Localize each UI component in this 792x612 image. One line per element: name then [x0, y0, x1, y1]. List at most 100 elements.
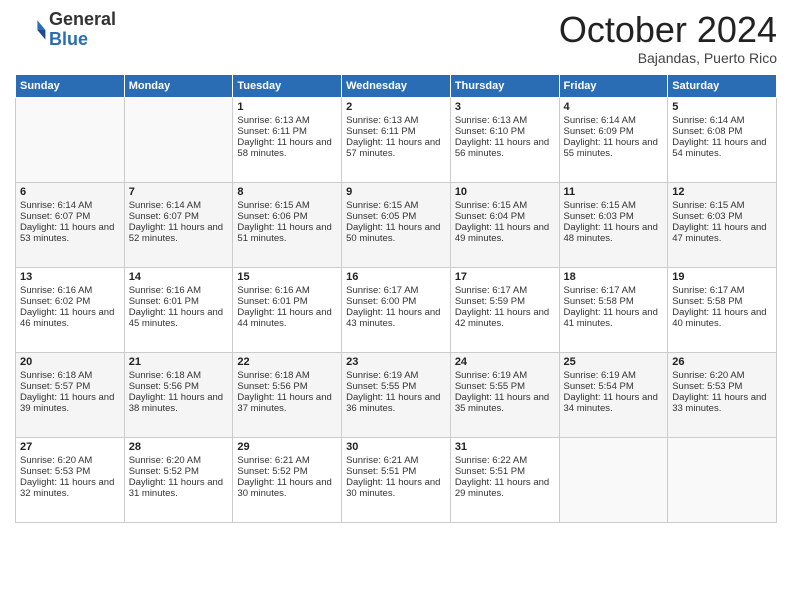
logo-blue-text: Blue — [49, 30, 116, 50]
cell-info: Sunrise: 6:21 AM — [346, 455, 446, 466]
calendar-cell: 4Sunrise: 6:14 AMSunset: 6:09 PMDaylight… — [559, 97, 668, 182]
calendar-cell: 22Sunrise: 6:18 AMSunset: 5:56 PMDayligh… — [233, 352, 342, 437]
day-number: 18 — [564, 271, 664, 283]
cell-info: Sunset: 6:03 PM — [564, 211, 664, 222]
cell-info: Sunset: 6:01 PM — [129, 296, 229, 307]
day-number: 10 — [455, 186, 555, 198]
calendar-cell: 13Sunrise: 6:16 AMSunset: 6:02 PMDayligh… — [16, 267, 125, 352]
calendar-cell: 30 Sunrise: 6:21 AMSunset: 5:51 PMDayligh… — [342, 437, 451, 522]
cell-info: Sunrise: 6:19 AM — [346, 370, 446, 381]
day-number: 19 — [672, 271, 772, 283]
cell-info: Sunset: 5:56 PM — [129, 381, 229, 392]
cell-info: Daylight: 11 hours and 53 minutes. — [20, 222, 120, 244]
calendar-cell: 3Sunrise: 6:13 AMSunset: 6:10 PMDaylight… — [450, 97, 559, 182]
cell-info: Daylight: 11 hours and 30 minutes. — [346, 477, 446, 499]
calendar-cell — [668, 437, 777, 522]
calendar-cell: 29 Sunrise: 6:21 AMSunset: 5:52 PMDayligh… — [233, 437, 342, 522]
cell-info: Daylight: 11 hours and 50 minutes. — [346, 222, 446, 244]
cell-info: Daylight: 11 hours and 46 minutes. — [20, 307, 120, 329]
cell-info: Daylight: 11 hours and 44 minutes. — [237, 307, 337, 329]
cell-info: Daylight: 11 hours and 47 minutes. — [672, 222, 772, 244]
cell-info: Sunrise: 6:21 AM — [237, 455, 337, 466]
cell-info: Daylight: 11 hours and 52 minutes. — [129, 222, 229, 244]
cell-info: Sunrise: 6:15 AM — [346, 200, 446, 211]
title-block: October 2024 Bajandas, Puerto Rico — [559, 10, 777, 66]
cell-info: Sunset: 6:11 PM — [237, 126, 337, 137]
day-number: 8 — [237, 186, 337, 198]
cell-info: Daylight: 11 hours and 39 minutes. — [20, 392, 120, 414]
calendar-cell: 20Sunrise: 6:18 AMSunset: 5:57 PMDayligh… — [16, 352, 125, 437]
cell-info: Sunrise: 6:18 AM — [129, 370, 229, 381]
day-number: 26 — [672, 356, 772, 368]
calendar-cell: 17Sunrise: 6:17 AMSunset: 5:59 PMDayligh… — [450, 267, 559, 352]
calendar-cell: 5Sunrise: 6:14 AMSunset: 6:08 PMDaylight… — [668, 97, 777, 182]
day-number: 14 — [129, 271, 229, 283]
cell-info: Sunset: 5:51 PM — [346, 466, 446, 477]
cell-info: Daylight: 11 hours and 35 minutes. — [455, 392, 555, 414]
calendar-cell: 24Sunrise: 6:19 AMSunset: 5:55 PMDayligh… — [450, 352, 559, 437]
cell-info: Sunrise: 6:20 AM — [672, 370, 772, 381]
cell-info: Daylight: 11 hours and 40 minutes. — [672, 307, 772, 329]
cell-info: Sunrise: 6:17 AM — [672, 285, 772, 296]
cell-info: Sunrise: 6:13 AM — [237, 115, 337, 126]
cell-info: Sunset: 6:08 PM — [672, 126, 772, 137]
cell-info: Sunrise: 6:16 AM — [129, 285, 229, 296]
cell-info: Sunrise: 6:19 AM — [455, 370, 555, 381]
day-number: 16 — [346, 271, 446, 283]
cell-info: Sunset: 5:58 PM — [672, 296, 772, 307]
day-number: 28 — [129, 441, 229, 453]
cell-info: Daylight: 11 hours and 51 minutes. — [237, 222, 337, 244]
cell-info: Sunrise: 6:14 AM — [672, 115, 772, 126]
weekday-header: Thursday — [450, 74, 559, 97]
cell-info: Sunset: 6:04 PM — [455, 211, 555, 222]
cell-info: Sunrise: 6:20 AM — [20, 455, 120, 466]
cell-info: Daylight: 11 hours and 45 minutes. — [129, 307, 229, 329]
calendar-cell — [16, 97, 125, 182]
cell-info: Daylight: 11 hours and 48 minutes. — [564, 222, 664, 244]
cell-info: Daylight: 11 hours and 29 minutes. — [455, 477, 555, 499]
cell-info: Sunrise: 6:14 AM — [564, 115, 664, 126]
weekday-header: Saturday — [668, 74, 777, 97]
cell-info: Daylight: 11 hours and 30 minutes. — [237, 477, 337, 499]
cell-info: Daylight: 11 hours and 42 minutes. — [455, 307, 555, 329]
day-number: 3 — [455, 101, 555, 113]
cell-info: Sunset: 5:55 PM — [455, 381, 555, 392]
day-number: 22 — [237, 356, 337, 368]
cell-info: Daylight: 11 hours and 38 minutes. — [129, 392, 229, 414]
day-number: 23 — [346, 356, 446, 368]
month-title: October 2024 — [559, 10, 777, 50]
day-number: 5 — [672, 101, 772, 113]
calendar-cell: 21 Sunrise: 6:18 AMSunset: 5:56 PMDayligh… — [124, 352, 233, 437]
cell-info: Sunset: 6:05 PM — [346, 211, 446, 222]
day-number: 21 — [129, 356, 229, 368]
calendar-cell: 2Sunrise: 6:13 AMSunset: 6:11 PMDaylight… — [342, 97, 451, 182]
cell-info: Sunset: 5:56 PM — [237, 381, 337, 392]
calendar-cell: 10Sunrise: 6:15 AMSunset: 6:04 PMDayligh… — [450, 182, 559, 267]
calendar-cell — [124, 97, 233, 182]
cell-info: Sunset: 5:55 PM — [346, 381, 446, 392]
logo-icon — [15, 14, 47, 46]
cell-info: Sunset: 5:51 PM — [455, 466, 555, 477]
day-number: 30 — [346, 441, 446, 453]
cell-info: Sunrise: 6:13 AM — [346, 115, 446, 126]
page-header: General Blue October 2024 Bajandas, Puer… — [15, 10, 777, 66]
cell-info: Sunrise: 6:20 AM — [129, 455, 229, 466]
cell-info: Sunset: 6:09 PM — [564, 126, 664, 137]
calendar-cell: 31Sunrise: 6:22 AMSunset: 5:51 PMDayligh… — [450, 437, 559, 522]
cell-info: Sunset: 5:59 PM — [455, 296, 555, 307]
cell-info: Sunrise: 6:18 AM — [20, 370, 120, 381]
day-number: 17 — [455, 271, 555, 283]
day-number: 20 — [20, 356, 120, 368]
cell-info: Sunset: 5:52 PM — [237, 466, 337, 477]
day-number: 29 — [237, 441, 337, 453]
calendar-cell — [559, 437, 668, 522]
cell-info: Daylight: 11 hours and 31 minutes. — [129, 477, 229, 499]
cell-info: Sunset: 6:07 PM — [20, 211, 120, 222]
day-number: 27 — [20, 441, 120, 453]
day-number: 4 — [564, 101, 664, 113]
weekday-header: Monday — [124, 74, 233, 97]
calendar-cell: 7Sunrise: 6:14 AMSunset: 6:07 PMDaylight… — [124, 182, 233, 267]
cell-info: Sunset: 6:11 PM — [346, 126, 446, 137]
cell-info: Sunset: 5:54 PM — [564, 381, 664, 392]
cell-info: Sunrise: 6:17 AM — [564, 285, 664, 296]
